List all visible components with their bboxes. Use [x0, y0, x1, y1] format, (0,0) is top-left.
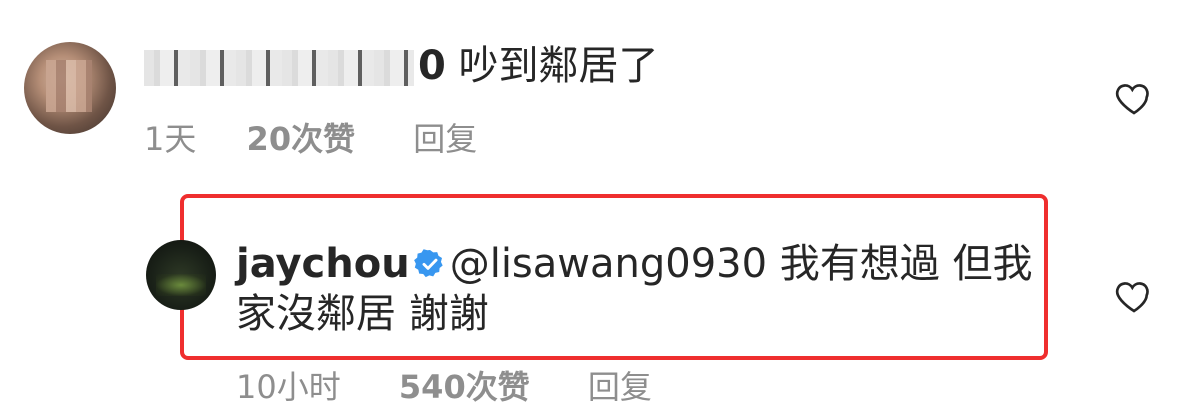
heart-icon[interactable] [1114, 276, 1154, 316]
comment-2-reply-button[interactable]: 回复 [588, 362, 652, 408]
comment-2-line-2: 家沒鄰居 謝謝 [236, 290, 489, 338]
comment-1-reply-button[interactable]: 回复 [413, 114, 477, 160]
comment-1-time: 1天 [144, 120, 197, 158]
comment-1-meta: 1天 20次赞 回复 [144, 114, 477, 160]
avatar-pixelation [46, 60, 92, 112]
commenter-avatar[interactable] [24, 42, 116, 134]
comment-2-meta: 10小时 540次赞 回复 [236, 362, 652, 408]
comment-2-text-line-2: 家沒鄰居 謝謝 [236, 291, 489, 337]
comment-1-likes[interactable]: 20次赞 [247, 114, 356, 160]
comment-1-body: 0 吵到鄰居了 [144, 42, 659, 90]
comment-2-username[interactable]: jaychou [236, 241, 410, 287]
comment-1-username-suffix[interactable]: 0 [418, 43, 446, 89]
comment-2-time: 10小时 [236, 368, 341, 406]
comment-2-mention[interactable]: @lisawang0930 [450, 241, 767, 287]
comment-1-text: 吵到鄰居了 [458, 43, 659, 89]
comment-2-text-line-1: 我有想過 但我 [779, 241, 1033, 287]
avatar-image-detail [156, 274, 206, 296]
comment-2-line-1: jaychou @lisawang0930 我有想過 但我 [236, 240, 1032, 288]
comment-2-likes[interactable]: 540次赞 [399, 362, 530, 408]
jaychou-avatar[interactable] [146, 240, 216, 310]
blurred-username[interactable] [144, 50, 414, 86]
verified-badge-icon [413, 249, 443, 278]
heart-icon[interactable] [1114, 78, 1154, 118]
